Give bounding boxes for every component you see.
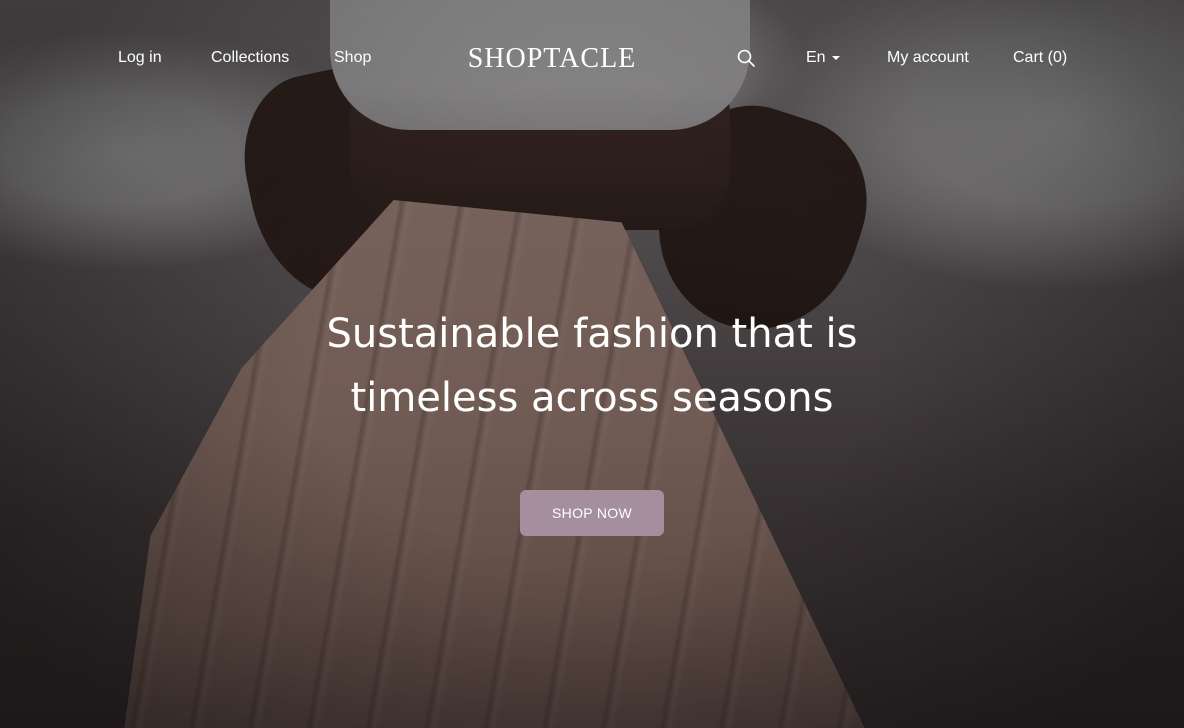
cart-link[interactable]: Cart (0) xyxy=(1013,48,1067,68)
hero-headline-line-1: Sustainable fashion that is xyxy=(326,311,858,357)
hero-headline-line-2: timeless across seasons xyxy=(350,375,834,421)
top-navigation: Log in Collections Shop SHOPTACLE En My … xyxy=(0,0,1184,118)
hero-headline: Sustainable fashion that is timeless acr… xyxy=(292,302,892,430)
search-icon xyxy=(737,49,755,67)
shop-now-button[interactable]: SHOP NOW xyxy=(520,490,664,536)
search-button[interactable] xyxy=(736,48,756,68)
language-selector[interactable]: En xyxy=(806,48,840,68)
my-account-link[interactable]: My account xyxy=(887,48,969,68)
caret-down-icon xyxy=(831,56,840,60)
language-label: En xyxy=(806,49,826,66)
hero-section: Log in Collections Shop SHOPTACLE En My … xyxy=(0,0,1184,728)
